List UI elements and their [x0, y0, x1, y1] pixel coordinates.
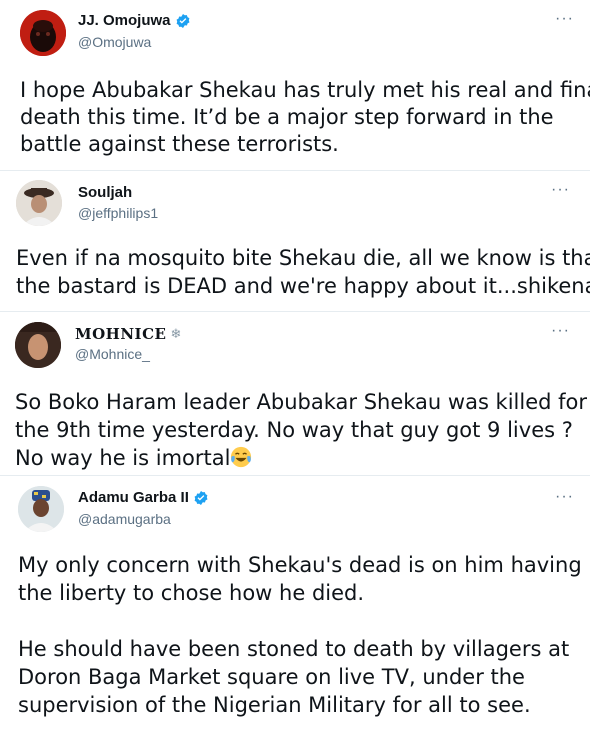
- tweet-text-line: the 9th time yesterday. No way that guy …: [15, 418, 573, 442]
- tweet-mohnice: MOHNICE ❄ @Mohnice_ ··· So Boko Haram le…: [0, 312, 590, 475]
- tears-of-joy-emoji: [231, 446, 252, 468]
- author-handle[interactable]: @Omojuwa: [78, 34, 151, 50]
- tweet-text-line: the liberty to chose how he died.: [18, 581, 365, 605]
- more-options-icon[interactable]: ···: [555, 488, 574, 506]
- author-row: Adamu Garba II: [78, 489, 209, 506]
- author-row: JJ. Omojuwa: [78, 12, 191, 29]
- author-row: Souljah: [78, 184, 132, 201]
- tweet-text-line: He should have been stoned to death by v…: [18, 637, 570, 661]
- verified-badge-icon: [176, 13, 189, 28]
- author-name[interactable]: Adamu Garba II: [78, 489, 189, 506]
- avatar-omojuwa[interactable]: [20, 10, 66, 56]
- snowflake-icon: ❄: [170, 326, 182, 341]
- author-row: MOHNICE ❄: [75, 325, 181, 343]
- more-options-icon[interactable]: ···: [555, 10, 574, 28]
- tweet-text-line: So Boko Haram leader Abubakar Shekau was…: [15, 390, 588, 414]
- tweet-souljah: Souljah @jeffphilips1 ··· Even if na mos…: [0, 171, 590, 311]
- tweet-text-line: Doron Baga Market square on live TV, und…: [18, 665, 525, 689]
- tweet-text-line: supervision of the Nigerian Military for…: [18, 693, 531, 717]
- author-handle[interactable]: @jeffphilips1: [78, 205, 158, 221]
- tweet-text: No way he is imortal: [15, 446, 231, 470]
- author-name[interactable]: JJ. Omojuwa: [78, 12, 171, 29]
- tweet-text-line: death this time. It’d be a major step fo…: [20, 105, 554, 129]
- tweet-text-line: Even if na mosquito bite Shekau die, all…: [16, 246, 590, 270]
- more-options-icon[interactable]: ···: [551, 181, 570, 199]
- avatar-souljah[interactable]: [16, 180, 62, 226]
- tweet-adamugarba: Adamu Garba II @adamugarba ··· My only c…: [0, 476, 590, 737]
- tweet-text-line: I hope Abubakar Shekau has truly met his…: [20, 78, 590, 102]
- avatar-adamugarba[interactable]: [18, 486, 64, 532]
- author-name[interactable]: Souljah: [78, 184, 132, 201]
- tweet-text-line-with-emoji: No way he is imortal: [15, 444, 252, 472]
- author-handle[interactable]: @Mohnice_: [75, 346, 150, 362]
- author-handle[interactable]: @adamugarba: [78, 511, 171, 527]
- tweet-omojuwa: JJ. Omojuwa @Omojuwa ··· I hope Abubakar…: [0, 0, 590, 170]
- more-options-icon[interactable]: ···: [551, 322, 570, 340]
- tweet-text-line: the bastard is DEAD and we're happy abou…: [16, 274, 590, 298]
- author-name[interactable]: MOHNICE: [75, 325, 166, 343]
- tweet-text-line: battle against these terrorists.: [20, 132, 339, 156]
- tweet-text-line: My only concern with Shekau's dead is on…: [18, 553, 582, 577]
- avatar-mohnice[interactable]: [15, 322, 61, 368]
- verified-badge-icon: [194, 490, 208, 505]
